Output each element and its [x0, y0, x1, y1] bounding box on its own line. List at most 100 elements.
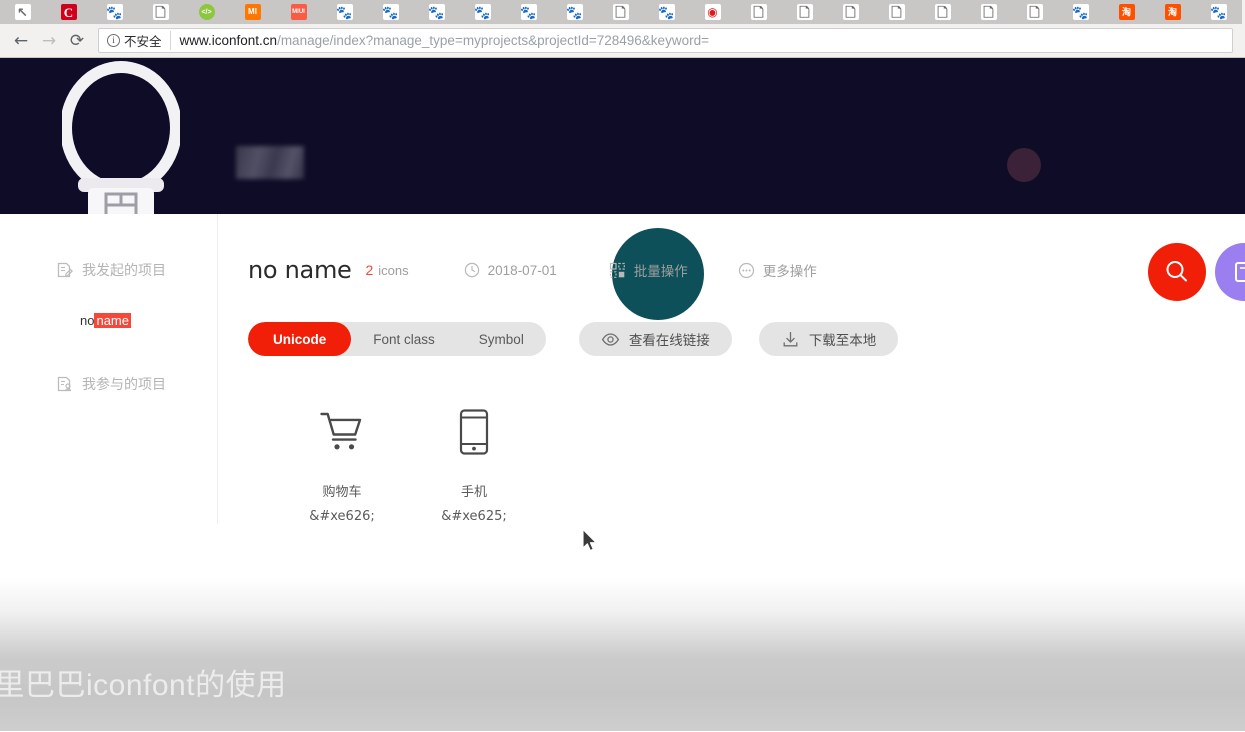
- browser-tab[interactable]: C: [46, 0, 92, 24]
- icon-count: 2 icons: [366, 262, 409, 278]
- search-icon: [1166, 261, 1187, 282]
- browser-tab[interactable]: 🗋: [966, 0, 1012, 24]
- download-icon: [783, 331, 798, 346]
- baidu-paw-icon: 🐾: [658, 4, 675, 20]
- browser-tab[interactable]: 🐾: [368, 0, 414, 24]
- icon-count-number: 2: [365, 262, 374, 278]
- format-option-unicode[interactable]: Unicode: [248, 322, 352, 356]
- icon-grid: 购物车 &#xe626; 手机 &#xe625;: [276, 404, 1245, 524]
- browser-tab[interactable]: MI: [230, 0, 276, 24]
- brand-name-blurred: [236, 146, 304, 179]
- content-area: 我发起的项目 no name 我参与的项目 no name 2 icons 20…: [0, 214, 1245, 524]
- more-operations-button[interactable]: 更多操作: [738, 260, 817, 280]
- page-content: 我的图标 我的收藏 我的项目: [0, 58, 1245, 731]
- batch-operations-button[interactable]: 批量操作: [609, 260, 688, 280]
- pdf-c-icon: C: [60, 4, 77, 20]
- document-icon: 🗋: [152, 4, 169, 20]
- icon-name: 手机: [460, 484, 487, 499]
- baidu-paw-icon: 🐾: [1072, 4, 1089, 20]
- browser-navigation-bar: ← → ⟳ i 不安全 www.iconfont.cn/manage/index…: [0, 24, 1245, 58]
- icon-preview: [320, 404, 364, 460]
- batch-operations-label: 批量操作: [633, 264, 688, 279]
- browser-tab[interactable]: 🗋: [920, 0, 966, 24]
- browser-tab[interactable]: 淘: [1150, 0, 1196, 24]
- mouse-cursor: [582, 528, 597, 552]
- browser-tab[interactable]: 🐾: [322, 0, 368, 24]
- cursor-arrow-icon: ↖: [14, 4, 31, 20]
- project-date: 2018-07-01: [464, 262, 557, 278]
- baidu-paw-icon: 🐾: [336, 4, 353, 20]
- view-online-link-button[interactable]: 查看在线链接: [578, 322, 732, 356]
- green-code-icon: </>: [198, 4, 215, 20]
- document-icon: 🗋: [980, 4, 997, 20]
- miui-icon: MIUI: [290, 4, 307, 20]
- sidebar-item-joined-projects[interactable]: 我参与的项目: [0, 372, 217, 396]
- mobile-phone-icon: [459, 409, 489, 455]
- browser-tab[interactable]: 🐾: [414, 0, 460, 24]
- format-option-font-class[interactable]: Font class: [351, 322, 457, 356]
- browser-chrome: ↖C🐾🗋</>MIMIUI🐾🐾🐾🐾🐾🐾🗋🐾◉🗋🗋🗋🗋🗋🗋🗋🐾淘淘🐾×🗋 ← → …: [0, 0, 1245, 58]
- browser-tab[interactable]: ↖: [0, 0, 46, 24]
- baidu-paw-icon: 🐾: [474, 4, 491, 20]
- eye-icon: [601, 332, 619, 346]
- watermark-title: 阿里巴巴iconfont的使用: [0, 669, 287, 702]
- document-icon: 🗋: [612, 4, 629, 20]
- baidu-paw-icon: 🐾: [382, 4, 399, 20]
- url-path: /manage/index?manage_type=myprojects&pro…: [277, 33, 709, 48]
- ellipsis-circle-icon: [738, 262, 754, 278]
- document-icon: 🗋: [888, 4, 905, 20]
- sidebar-item-label: 我发起的项目: [82, 262, 166, 278]
- site-header: 我的图标 我的收藏 我的项目: [0, 58, 1245, 214]
- browser-tab[interactable]: 🐾: [506, 0, 552, 24]
- project-header: no name 2 icons 2018-07-01 批量操作 更多操作: [248, 256, 1245, 284]
- icon-preview: [459, 404, 489, 460]
- icon-card-mobile-phone[interactable]: 手机 &#xe625;: [408, 404, 540, 524]
- format-option-symbol[interactable]: Symbol: [457, 322, 546, 356]
- browser-tab[interactable]: 🐾: [1058, 0, 1104, 24]
- browser-tab[interactable]: 🗋: [782, 0, 828, 24]
- copy-icon: [1235, 262, 1245, 282]
- security-status-text: 不安全: [124, 35, 162, 49]
- address-bar[interactable]: i 不安全 www.iconfont.cn/manage/index?manag…: [98, 28, 1233, 53]
- format-switch[interactable]: Unicode Font class Symbol: [248, 322, 546, 356]
- browser-tab[interactable]: MIUI: [276, 0, 322, 24]
- sidebar-item-initiated-projects[interactable]: 我发起的项目: [0, 258, 217, 282]
- browser-tab[interactable]: 🗋: [828, 0, 874, 24]
- main-column: no name 2 icons 2018-07-01 批量操作 更多操作 Uni…: [218, 214, 1245, 524]
- browser-tab[interactable]: 🗋: [736, 0, 782, 24]
- browser-tab[interactable]: 🗋: [598, 0, 644, 24]
- forward-button[interactable]: →: [36, 28, 62, 54]
- shopping-cart-icon: [320, 412, 362, 450]
- astronaut-helmet-logo[interactable]: [62, 60, 180, 214]
- browser-tab[interactable]: 🐾: [1196, 0, 1242, 24]
- browser-tab-strip[interactable]: ↖C🐾🗋</>MIMIUI🐾🐾🐾🐾🐾🐾🗋🐾◉🗋🗋🗋🗋🗋🗋🗋🐾淘淘🐾×🗋: [0, 0, 1245, 24]
- document-icon: 🗋: [796, 4, 813, 20]
- browser-tab[interactable]: 🐾: [460, 0, 506, 24]
- browser-tab[interactable]: 🐾: [552, 0, 598, 24]
- browser-tab[interactable]: ◉: [690, 0, 736, 24]
- baidu-paw-icon: 🐾: [520, 4, 537, 20]
- taobao-icon: 淘: [1118, 4, 1135, 20]
- clock-icon: [464, 262, 479, 278]
- url-text: www.iconfont.cn/manage/index?manage_type…: [171, 33, 709, 48]
- browser-tab[interactable]: 🗋: [138, 0, 184, 24]
- document-icon: 🗋: [750, 4, 767, 20]
- browser-tab[interactable]: 🐾: [92, 0, 138, 24]
- icon-name: 购物车: [322, 484, 362, 499]
- reload-button[interactable]: ⟳: [64, 28, 90, 54]
- document-icon: 🗋: [842, 4, 859, 20]
- browser-tab[interactable]: 🐾: [644, 0, 690, 24]
- document-icon: 🗋: [934, 4, 951, 20]
- browser-tab[interactable]: 淘: [1104, 0, 1150, 24]
- browser-tab[interactable]: 🗋: [1012, 0, 1058, 24]
- back-button[interactable]: ←: [8, 28, 34, 54]
- browser-tab[interactable]: 🗋: [874, 0, 920, 24]
- more-operations-label: 更多操作: [762, 264, 817, 279]
- project-name-plain: no: [80, 312, 95, 328]
- icon-card-shopping-cart[interactable]: 购物车 &#xe626;: [276, 404, 408, 524]
- sidebar-project-no-name[interactable]: no name: [0, 310, 217, 330]
- security-chip[interactable]: i 不安全: [107, 31, 171, 50]
- download-button[interactable]: 下载至本地: [758, 322, 899, 356]
- browser-tab[interactable]: </>: [184, 0, 230, 24]
- search-fab-button[interactable]: [1148, 243, 1206, 301]
